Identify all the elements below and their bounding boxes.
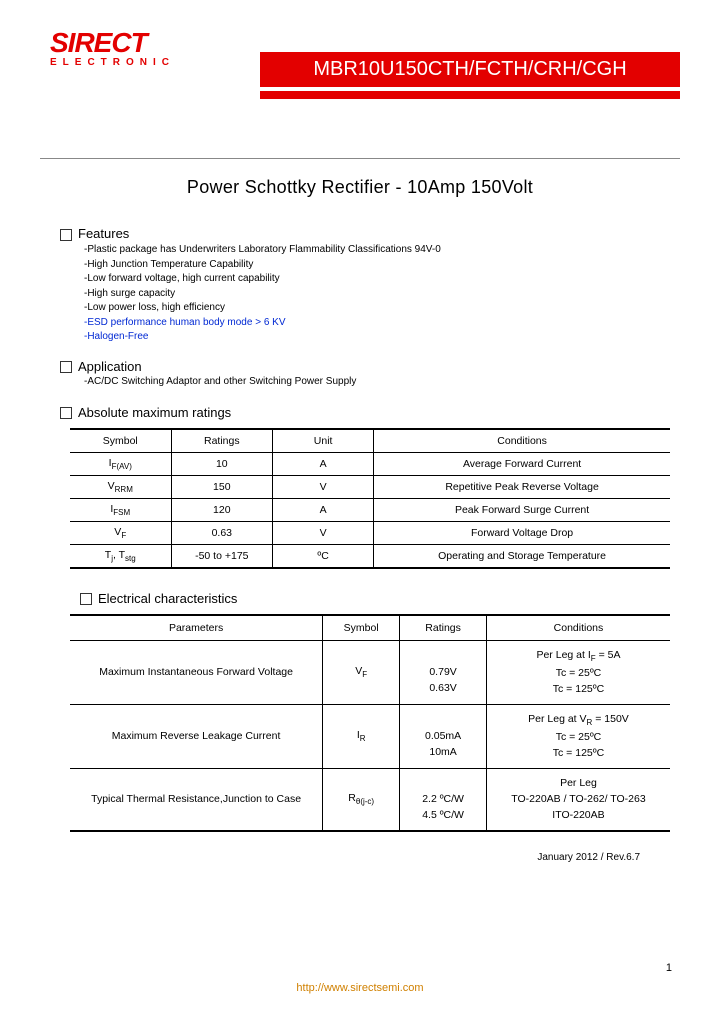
col-conditions: Conditions: [374, 429, 670, 453]
cell-unit: ºC: [273, 544, 374, 568]
cell-conditions: Per Leg at IF = 5ATc = 25ºCTc = 125ºC: [486, 640, 670, 704]
feature-item: -Plastic package has Underwriters Labora…: [84, 243, 680, 258]
cell-symbol: VRRM: [70, 475, 171, 498]
feature-item: -Low forward voltage, high current capab…: [84, 272, 680, 287]
cell-rating: 0.63: [171, 521, 273, 544]
col-symbol: Symbol: [323, 615, 400, 641]
footer-url: http://www.sirectsemi.com: [0, 982, 720, 994]
cell-unit: A: [273, 452, 374, 475]
table-row: IF(AV) 10 A Average Forward Current: [70, 452, 670, 475]
col-ratings: Ratings: [171, 429, 273, 453]
cell-param: Typical Thermal Resistance,Junction to C…: [70, 768, 323, 830]
cell-unit: A: [273, 498, 374, 521]
cell-symbol: IR: [323, 704, 400, 768]
cell-cond: Forward Voltage Drop: [374, 521, 670, 544]
cell-conditions: Per LegTO-220AB / TO-262/ TO-263ITO-220A…: [486, 768, 670, 830]
table-header-row: Parameters Symbol Ratings Conditions: [70, 615, 670, 641]
cell-symbol: IF(AV): [70, 452, 171, 475]
col-conditions: Conditions: [486, 615, 670, 641]
col-parameters: Parameters: [70, 615, 323, 641]
cell-symbol: VF: [70, 521, 171, 544]
table-row: Tj, Tstg -50 to +175 ºC Operating and St…: [70, 544, 670, 568]
cell-rating: 150: [171, 475, 273, 498]
cell-symbol: Rθ(j-c): [323, 768, 400, 830]
revision-date: January 2012 / Rev.6.7: [40, 852, 640, 863]
datasheet-page: SIRECT ELECTRONIC MBR10U150CTH/FCTH/CRH/…: [0, 0, 720, 1012]
feature-item: -ESD performance human body mode > 6 KV: [84, 316, 680, 331]
document-subtitle: Power Schottky Rectifier - 10Amp 150Volt: [40, 177, 680, 198]
cell-symbol: VF: [323, 640, 400, 704]
col-symbol: Symbol: [70, 429, 171, 453]
col-ratings: Ratings: [400, 615, 487, 641]
cell-ratings: 0.79V0.63V: [400, 640, 487, 704]
feature-item: -Low power loss, high efficiency: [84, 301, 680, 316]
cell-ratings: 2.2 ºC/W4.5 ºC/W: [400, 768, 487, 830]
cell-unit: V: [273, 521, 374, 544]
cell-symbol: IFSM: [70, 498, 171, 521]
cell-symbol: Tj, Tstg: [70, 544, 171, 568]
elec-heading: Electrical characteristics: [80, 591, 680, 606]
cell-param: Maximum Instantaneous Forward Voltage: [70, 640, 323, 704]
application-text: -AC/DC Switching Adaptor and other Switc…: [84, 376, 680, 387]
cell-ratings: 0.05mA10mA: [400, 704, 487, 768]
header-divider: [40, 158, 680, 159]
cell-unit: V: [273, 475, 374, 498]
table-row: VRRM 150 V Repetitive Peak Reverse Volta…: [70, 475, 670, 498]
cell-cond: Peak Forward Surge Current: [374, 498, 670, 521]
features-list: -Plastic package has Underwriters Labora…: [84, 243, 680, 345]
cell-param: Maximum Reverse Leakage Current: [70, 704, 323, 768]
page-number: 1: [666, 962, 672, 974]
features-heading: Features: [60, 226, 680, 241]
feature-item: -High Junction Temperature Capability: [84, 258, 680, 273]
table-header-row: Symbol Ratings Unit Conditions: [70, 429, 670, 453]
cell-rating: 10: [171, 452, 273, 475]
abs-max-table: Symbol Ratings Unit Conditions IF(AV) 10…: [70, 428, 670, 569]
cell-cond: Average Forward Current: [374, 452, 670, 475]
table-row: VF 0.63 V Forward Voltage Drop: [70, 521, 670, 544]
table-row: IFSM 120 A Peak Forward Surge Current: [70, 498, 670, 521]
title-bar: MBR10U150CTH/FCTH/CRH/CGH: [260, 52, 680, 99]
table-row: Maximum Instantaneous Forward Voltage VF…: [70, 640, 670, 704]
cell-cond: Operating and Storage Temperature: [374, 544, 670, 568]
table-row: Maximum Reverse Leakage Current IR 0.05m…: [70, 704, 670, 768]
title-underline: [260, 91, 680, 99]
feature-item: -High surge capacity: [84, 287, 680, 302]
feature-item: -Halogen-Free: [84, 330, 680, 345]
table-row: Typical Thermal Resistance,Junction to C…: [70, 768, 670, 830]
cell-rating: -50 to +175: [171, 544, 273, 568]
application-heading: Application: [60, 359, 680, 374]
abs-max-heading: Absolute maximum ratings: [60, 405, 680, 420]
cell-conditions: Per Leg at VR = 150VTc = 25ºCTc = 125ºC: [486, 704, 670, 768]
col-unit: Unit: [273, 429, 374, 453]
part-number: MBR10U150CTH/FCTH/CRH/CGH: [260, 52, 680, 87]
cell-rating: 120: [171, 498, 273, 521]
elec-char-table: Parameters Symbol Ratings Conditions Max…: [70, 614, 670, 832]
cell-cond: Repetitive Peak Reverse Voltage: [374, 475, 670, 498]
